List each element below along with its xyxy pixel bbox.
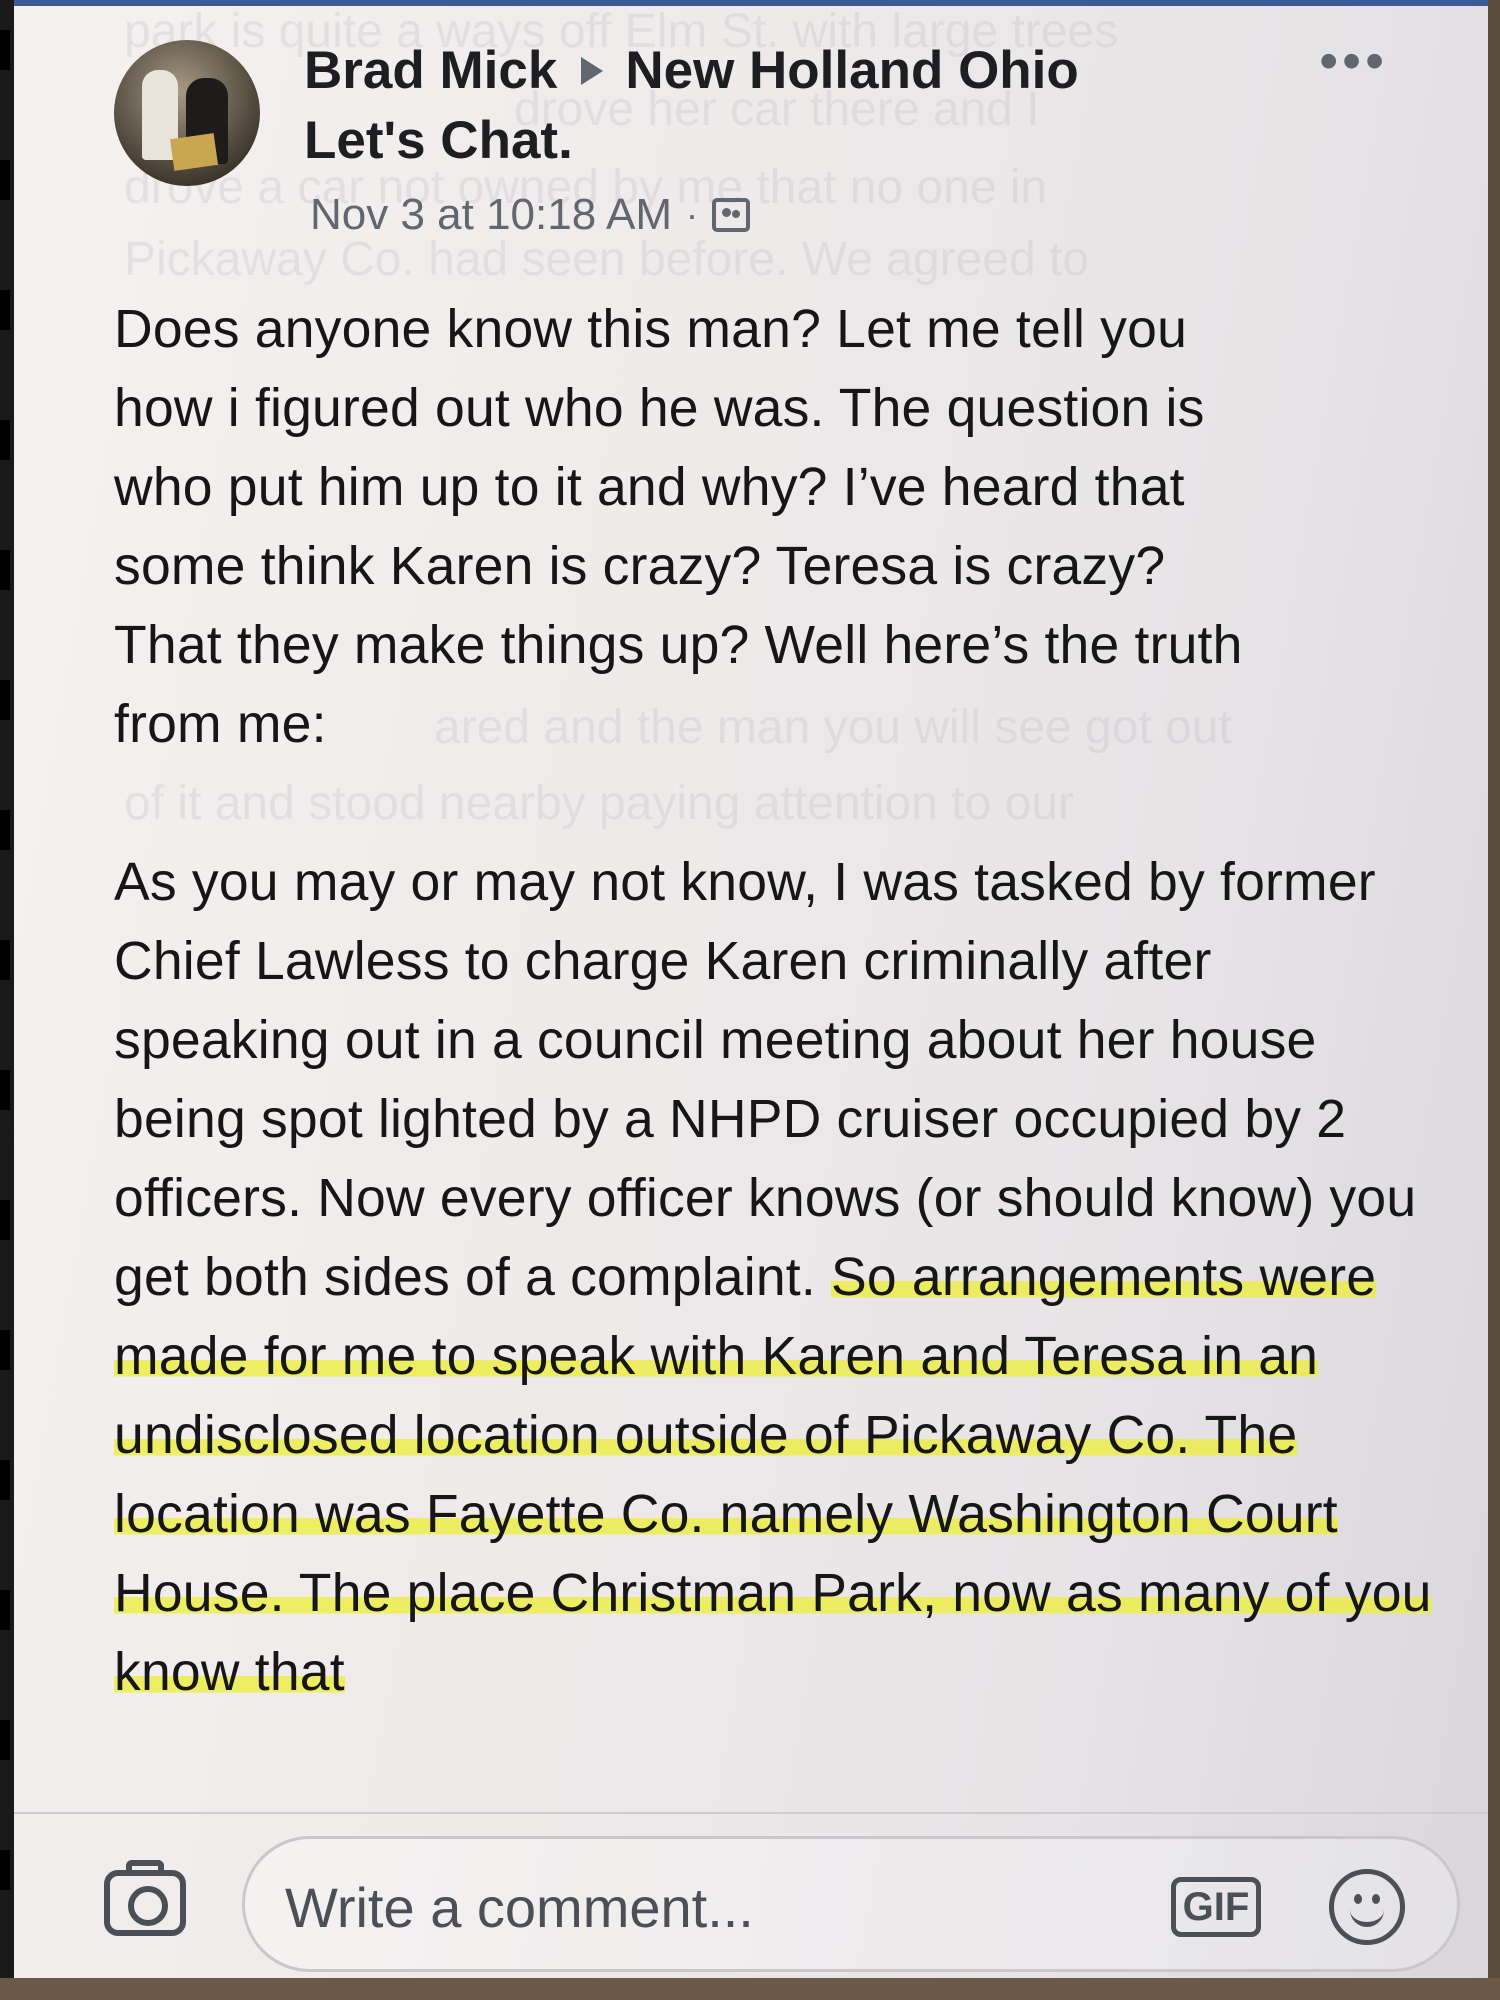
post-line: some think Karen is crazy? Teresa is cra… [114,537,1166,596]
post-line: from me: [114,695,327,754]
post-paragraph-1: Does anyone know this man? Let me tell y… [114,290,1434,764]
group-audience-icon [712,198,750,232]
table-surface [0,1978,1500,2000]
post-paragraph-2: As you may or may not know, I was tasked… [114,843,1434,1712]
more-options-icon[interactable]: ••• [1319,30,1388,92]
post-line: who put him up to it and why? I’ve heard… [114,458,1185,517]
author-avatar[interactable] [114,40,260,186]
comment-input[interactable]: Write a comment... GIF [242,1836,1460,1972]
gif-button[interactable]: GIF [1171,1877,1261,1937]
meta-separator: · [686,194,698,235]
comment-divider [14,1812,1488,1814]
post-line: That they make things up? Well here’s th… [114,616,1243,675]
group-name[interactable]: New Holland Ohio [625,40,1078,101]
emoji-icon[interactable] [1329,1869,1405,1945]
post-timestamp[interactable]: Nov 3 at 10:18 AM [310,190,672,240]
author-name[interactable]: Brad Mick [304,40,557,101]
binder-edge [0,0,14,2000]
bleed-through-text: Pickaway Co. had seen before. We agreed … [124,233,1090,286]
top-strip [14,0,1488,6]
group-name-line2[interactable]: Let's Chat. [304,110,573,171]
post-meta: Nov 3 at 10:18 AM · [310,190,750,240]
highlighted-text: So arrangements were made for me to spea… [114,1248,1432,1702]
post-header: Brad Mick New Holland Ohio [304,40,1079,101]
triangle-right-icon [581,56,604,85]
camera-icon[interactable] [104,1860,186,1936]
post-body: Does anyone know this man? Let me tell y… [114,290,1434,1712]
post-text-plain: As you may or may not know, I was tasked… [114,853,1417,1307]
printed-page: park is quite a ways off Elm St. with la… [14,0,1488,1978]
post-line: how i figured out who he was. The questi… [114,379,1205,438]
post-line: Does anyone know this man? Let me tell y… [114,300,1188,359]
comment-placeholder[interactable]: Write a comment... [285,1875,754,1940]
